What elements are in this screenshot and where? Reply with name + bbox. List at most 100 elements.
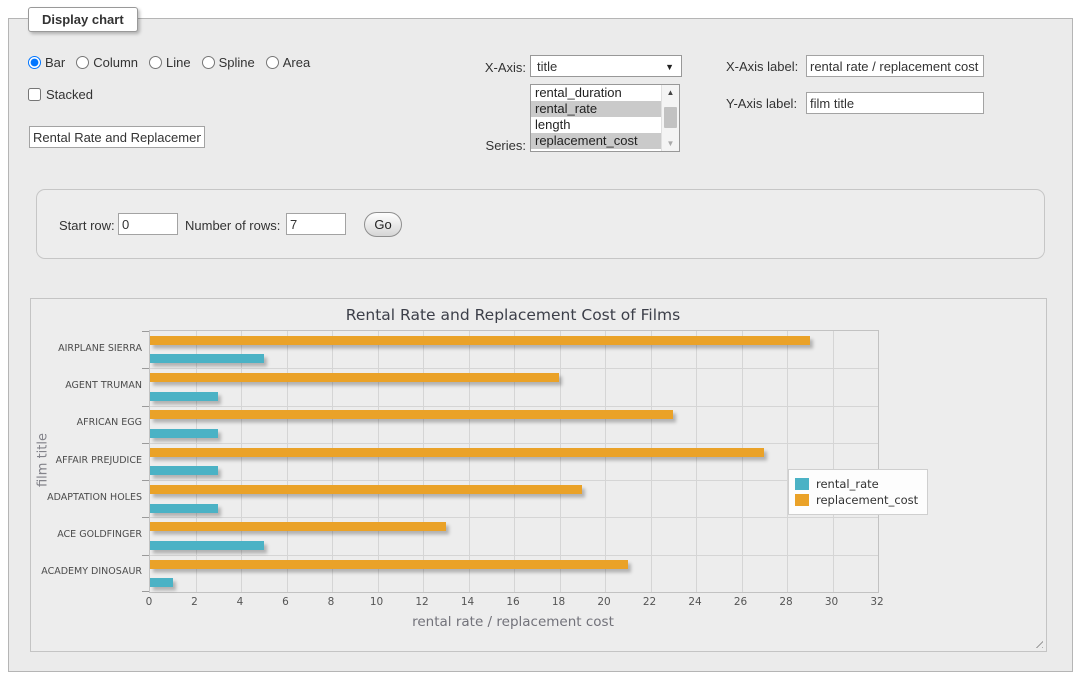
category-label: AFFAIR PREJUDICE [31,455,142,466]
gridline-horizontal [150,368,878,369]
gridline-vertical [742,331,743,592]
gridline-vertical [196,331,197,592]
series-option-rental_duration[interactable]: rental_duration [531,85,662,101]
category-label: ACE GOLDFINGER [31,529,142,540]
y-axis-tick [142,331,149,332]
bar-rental_rate [150,354,264,363]
x-axis-selected-value: title [537,59,557,74]
y-axis-tick [142,368,149,369]
bar-rental_rate [150,504,218,513]
x-axis-title: rental rate / replacement cost [149,614,877,630]
bar-replacement_cost [150,336,810,345]
legend-swatch [795,494,809,506]
series-multiselect[interactable]: rental_durationrental_ratelengthreplacem… [530,84,680,152]
bar-rental_rate [150,392,218,401]
gridline-vertical [287,331,288,592]
chart-container: Rental Rate and Replacement Cost of Film… [30,298,1047,652]
y-axis-tick [142,480,149,481]
chart-type-option-column[interactable]: Column [76,55,138,70]
x-axis-tick-label: 24 [688,596,701,608]
x-axis-select-label: X-Axis: [484,60,526,75]
chart-type-option-line[interactable]: Line [149,55,191,70]
x-axis-tick-label: 32 [870,596,883,608]
num-rows-label: Number of rows: [185,218,280,233]
gridline-vertical [605,331,606,592]
gridline-horizontal [150,555,878,556]
chart-type-radio-column[interactable] [76,56,89,69]
x-axis-tick-label: 8 [328,596,335,608]
chart-type-radio-bar[interactable] [28,56,41,69]
x-axis-tick-label: 10 [370,596,383,608]
chart-title-input[interactable] [29,126,205,148]
x-axis-tick-label: 4 [237,596,244,608]
chart-type-option-area[interactable]: Area [266,55,310,70]
legend-swatch [795,478,809,490]
chart-type-radio-area[interactable] [266,56,279,69]
y-axis-tick [142,517,149,518]
x-axis-label-label: X-Axis label: [726,59,798,74]
chart-title: Rental Rate and Replacement Cost of Film… [149,306,877,324]
page: Display chart BarColumnLineSplineArea St… [0,0,1081,681]
start-row-label: Start row: [59,218,115,233]
y-axis-tick [142,591,149,592]
num-rows-input[interactable] [286,213,346,235]
chart-type-radios: Bar Column Line Spline Area [28,55,321,70]
legend-label: replacement_cost [816,493,918,507]
gridline-horizontal [150,517,878,518]
category-label: AGENT TRUMAN [31,380,142,391]
series-option-rental_rate[interactable]: rental_rate [531,101,662,117]
category-label: AFRICAN EGG [31,417,142,428]
plot-area [149,330,879,593]
series-option-replacement_cost[interactable]: replacement_cost [531,133,662,149]
start-row-input[interactable] [118,213,178,235]
bar-rental_rate [150,541,264,550]
bar-replacement_cost [150,485,582,494]
x-axis-label-input[interactable] [806,55,984,77]
x-axis-tick-label: 6 [282,596,289,608]
gridline-vertical [651,331,652,592]
chart-type-option-spline[interactable]: Spline [202,55,255,70]
gridline-vertical [560,331,561,592]
x-axis-tick-labels: 02468101214161820222426283032 [149,596,877,610]
category-label: ADAPTATION HOLES [31,492,142,503]
scrollbar-thumb[interactable] [664,107,677,128]
gridline-vertical [423,331,424,592]
series-select-label: Series: [484,138,526,153]
bar-replacement_cost [150,410,673,419]
gridline-vertical [514,331,515,592]
stacked-checkbox[interactable] [28,88,41,101]
gridline-vertical [787,331,788,592]
scroll-down-icon[interactable]: ▼ [662,136,679,151]
x-axis-select[interactable]: title ▼ [530,55,682,77]
bar-replacement_cost [150,560,628,569]
chart-type-radio-line[interactable] [149,56,162,69]
x-axis-tick-label: 16 [506,596,519,608]
chart-type-option-bar[interactable]: Bar [28,55,65,70]
series-options: rental_durationrental_ratelengthreplacem… [531,85,662,151]
row-range-panel: Start row: Number of rows: Go [36,189,1045,259]
gridline-vertical [696,331,697,592]
gridline-vertical [833,331,834,592]
x-axis-tick-label: 22 [643,596,656,608]
chart-type-radio-spline[interactable] [202,56,215,69]
stacked-option[interactable]: Stacked [28,87,93,102]
gridline-vertical [332,331,333,592]
gridline-horizontal [150,443,878,444]
resize-grip-icon[interactable] [1032,637,1043,648]
y-axis-label-input[interactable] [806,92,984,114]
y-axis-category-labels: AIRPLANE SIERRA AGENT TRUMAN AFRICAN EGG AF… [31,330,142,591]
y-axis-label-label: Y-Axis label: [726,96,797,111]
x-axis-tick-label: 20 [597,596,610,608]
legend-item-replacement_cost: replacement_cost [795,493,918,507]
x-axis-tick-label: 14 [461,596,474,608]
series-option-length[interactable]: length [531,117,662,133]
category-label: AIRPLANE SIERRA [31,343,142,354]
x-axis-tick-label: 18 [552,596,565,608]
gridline-vertical [241,331,242,592]
go-button[interactable]: Go [364,212,402,237]
scroll-up-icon[interactable]: ▲ [662,85,679,100]
chart-legend: rental_rate replacement_cost [788,469,928,515]
bar-replacement_cost [150,522,446,531]
series-scrollbar[interactable]: ▲ ▼ [661,85,679,151]
legend-item-rental_rate: rental_rate [795,477,918,491]
